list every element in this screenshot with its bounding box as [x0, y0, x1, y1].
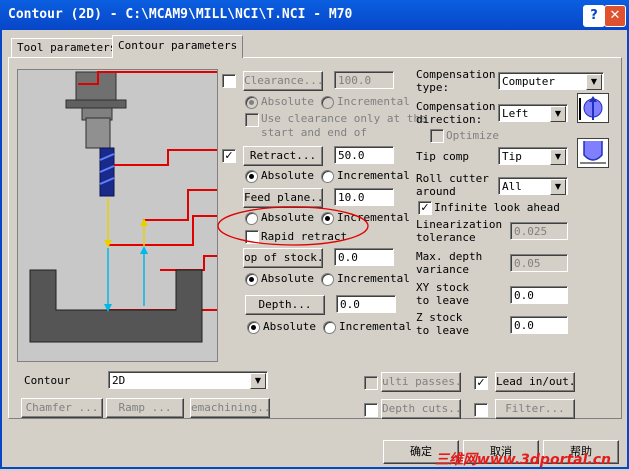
chevron-down-icon[interactable]: ▼ [586, 74, 602, 90]
retract-button[interactable]: Retract... [243, 146, 323, 166]
max-depth-variance-label: Max. depth variance [416, 250, 483, 276]
roll-cutter-value: All [502, 180, 522, 193]
clearance-incremental-radio[interactable] [321, 96, 334, 109]
roll-cutter-select[interactable]: All ▼ [498, 177, 568, 195]
depth-cuts-checkbox[interactable] [364, 403, 378, 417]
help-title-button[interactable]: ? [583, 5, 605, 27]
infinite-look-ahead-label: Infinite look ahead [434, 201, 560, 214]
retract-absolute-label: Absolute [261, 169, 314, 182]
roll-cutter-label: Roll cutter around [416, 172, 489, 198]
tab-contour-parameters[interactable]: Contour parameters [112, 35, 244, 58]
lead-in-out-button[interactable]: Lead in/out... [495, 372, 575, 392]
clearance-checkbox[interactable] [222, 74, 236, 88]
multi-passes-button[interactable]: ulti passes... [381, 372, 461, 392]
clearance-input[interactable]: 100.0 [334, 71, 394, 89]
contour-type-value: 2D [112, 374, 126, 387]
infinite-look-ahead-checkbox[interactable]: ✓ [418, 201, 432, 215]
depth-input[interactable]: 0.0 [336, 295, 396, 313]
tip-comp-select[interactable]: Tip ▼ [498, 147, 568, 165]
chevron-down-icon[interactable]: ▼ [550, 179, 566, 195]
retract-checkbox[interactable]: ✓ [222, 149, 236, 163]
watermark: 三维网www.3dportal.cn [434, 452, 611, 468]
clearance-absolute-label: Absolute [261, 95, 314, 108]
xy-stock-label: XY stock to leave [416, 281, 469, 307]
contour-type-select[interactable]: 2D ▼ [108, 371, 268, 389]
chamfer-button[interactable]: Chamfer ... [21, 398, 103, 418]
depth-absolute-label: Absolute [263, 320, 316, 333]
chevron-down-icon[interactable]: ▼ [550, 106, 566, 122]
tip-comp-icon [577, 138, 609, 168]
tip-comp-label: Tip comp [416, 150, 469, 163]
compensation-type-select[interactable]: Computer ▼ [498, 72, 604, 90]
filter-button[interactable]: Filter... [495, 399, 575, 419]
ramp-button[interactable]: Ramp ... [106, 398, 184, 418]
stock-incremental-label: Incremental [337, 272, 410, 285]
highlight-ellipse [217, 206, 369, 246]
depth-incremental-label: Incremental [339, 320, 412, 333]
compensation-type-value: Computer [502, 75, 555, 88]
filter-checkbox[interactable] [474, 403, 488, 417]
retract-input[interactable]: 50.0 [334, 146, 394, 164]
remachining-button[interactable]: emachining... [190, 398, 270, 418]
compensation-direction-icon [577, 93, 609, 123]
linearization-label: Linearization tolerance [416, 218, 503, 244]
clearance-button[interactable]: Clearance... [243, 71, 323, 91]
close-button[interactable]: ✕ [604, 5, 626, 27]
tool-diagram [17, 69, 218, 362]
chevron-down-icon[interactable]: ▼ [550, 149, 566, 165]
depth-button[interactable]: Depth... [245, 295, 325, 315]
depth-cuts-button[interactable]: Depth cuts... [381, 399, 461, 419]
chevron-down-icon[interactable]: ▼ [250, 373, 266, 389]
max-depth-variance-input[interactable]: 0.05 [510, 254, 568, 272]
z-stock-input[interactable]: 0.0 [510, 316, 568, 334]
contour-type-label: Contour [24, 374, 71, 387]
depth-absolute-radio[interactable] [247, 321, 260, 334]
retract-incremental-label: Incremental [337, 169, 410, 182]
stock-absolute-radio[interactable] [245, 273, 258, 286]
optimize-label: Optimize [446, 129, 499, 142]
lead-in-out-checkbox[interactable]: ✓ [474, 376, 488, 390]
linearization-input[interactable]: 0.025 [510, 222, 568, 240]
xy-stock-input[interactable]: 0.0 [510, 286, 568, 304]
compensation-type-label: Compensation type: [416, 68, 496, 94]
tab-tool-parameters[interactable]: Tool parameters [11, 38, 123, 57]
top-of-stock-input[interactable]: 0.0 [334, 248, 394, 266]
optimize-checkbox[interactable] [430, 129, 444, 143]
tip-comp-value: Tip [502, 150, 522, 163]
compensation-direction-select[interactable]: Left ▼ [498, 104, 568, 122]
stock-absolute-label: Absolute [261, 272, 314, 285]
clearance-start-end-checkbox[interactable] [245, 113, 259, 127]
z-stock-label: Z stock to leave [416, 311, 469, 337]
clearance-absolute-radio[interactable] [245, 96, 258, 109]
retract-incremental-radio[interactable] [321, 170, 334, 183]
compensation-direction-value: Left [502, 107, 529, 120]
window-title: Contour (2D) - C:\MCAM9\MILL\NCI\T.NCI -… [8, 7, 353, 22]
clearance-start-end-label: Use clearance only at the start and end … [261, 112, 427, 139]
clearance-incremental-label: Incremental [337, 95, 410, 108]
depth-incremental-radio[interactable] [323, 321, 336, 334]
stock-incremental-radio[interactable] [321, 273, 334, 286]
retract-absolute-radio[interactable] [245, 170, 258, 183]
top-of-stock-button[interactable]: op of stock.. [243, 248, 323, 268]
title-bar: Contour (2D) - C:\MCAM9\MILL\NCI\T.NCI -… [0, 0, 629, 30]
multi-passes-checkbox[interactable] [364, 376, 378, 390]
compensation-direction-label: Compensation direction: [416, 100, 496, 126]
